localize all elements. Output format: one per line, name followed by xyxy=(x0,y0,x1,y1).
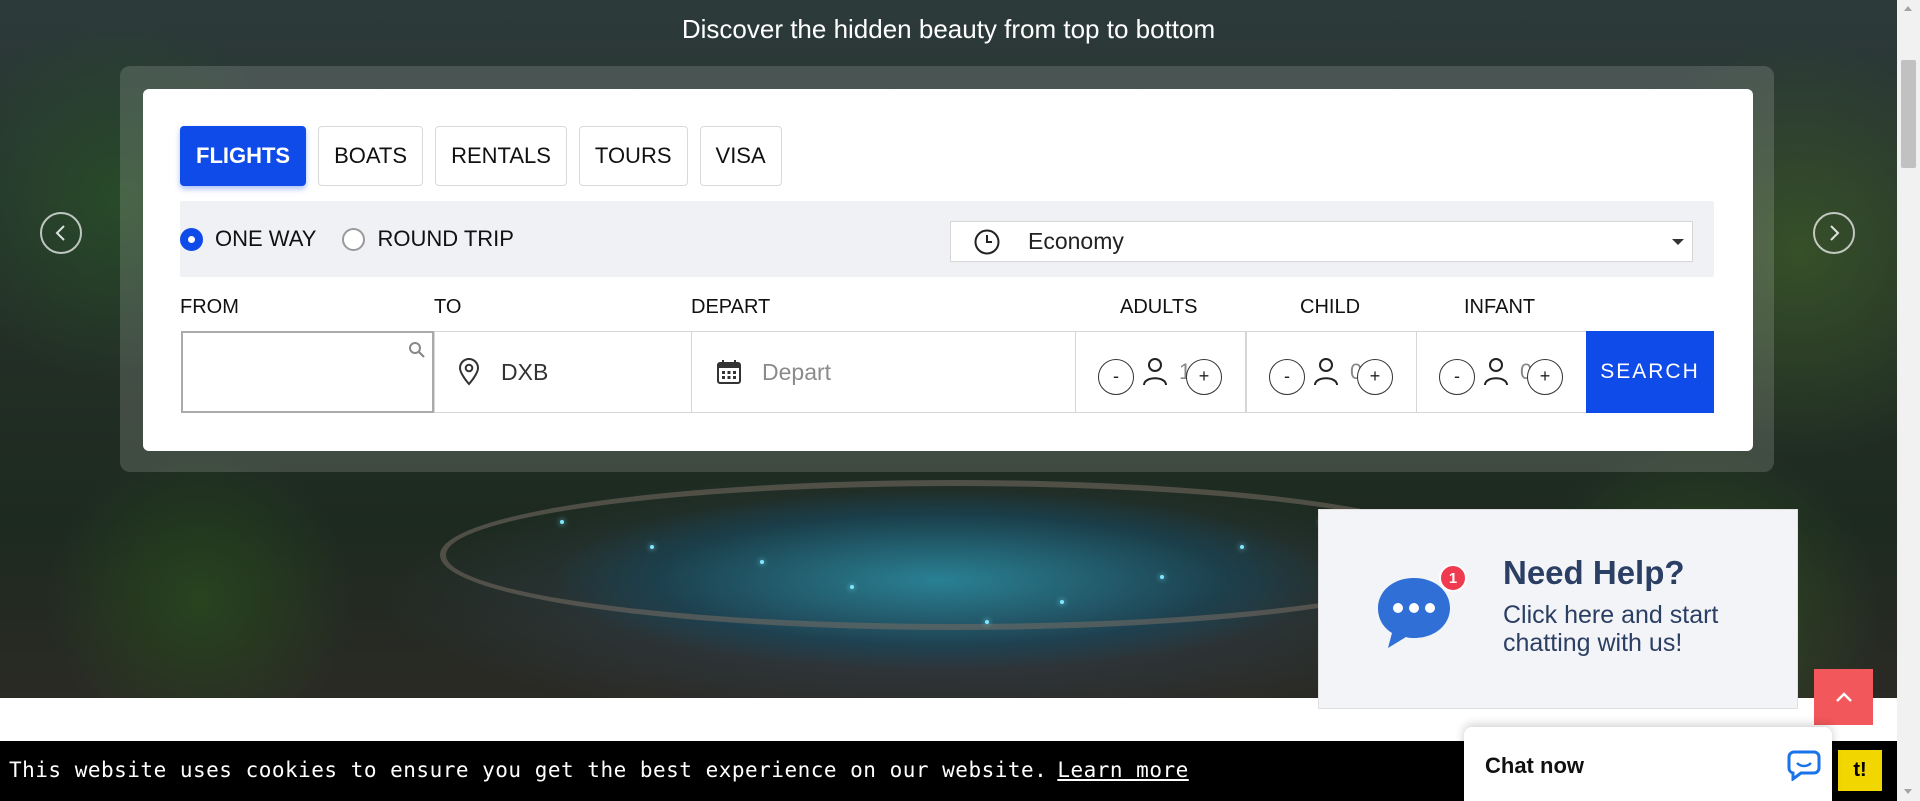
pool-light xyxy=(1060,600,1064,604)
person-icon xyxy=(1314,358,1338,386)
person-icon xyxy=(1484,358,1508,386)
learn-more-link[interactable]: Learn more xyxy=(1057,758,1188,782)
search-button[interactable]: SEARCH xyxy=(1586,331,1714,413)
radio-dot xyxy=(180,227,203,251)
page-scrollbar[interactable] xyxy=(1897,0,1920,801)
pool-light xyxy=(650,545,654,549)
depart-label: DEPART xyxy=(691,296,771,318)
one-way-label: ONE WAY xyxy=(215,226,317,251)
search-tabs: FLIGHTS BOATS RENTALS TOURS VISA xyxy=(180,126,782,186)
chevron-right-icon xyxy=(1830,225,1840,241)
scroll-down-arrow-icon[interactable] xyxy=(1904,789,1912,794)
person-icon xyxy=(1143,358,1167,386)
to-label: TO xyxy=(434,296,462,318)
round-trip-label: ROUND TRIP xyxy=(377,226,514,251)
calendar-icon xyxy=(717,360,741,384)
from-input[interactable] xyxy=(181,331,434,413)
to-value: DXB xyxy=(501,358,549,385)
chat-now-label: Chat now xyxy=(1485,753,1584,778)
need-help-widget[interactable]: 1 Need Help? Click here and start chatti… xyxy=(1318,509,1798,709)
radio-dot xyxy=(342,227,366,251)
search-icon xyxy=(409,342,425,358)
depart-date-input[interactable]: Depart xyxy=(691,331,1076,413)
scroll-to-top-button[interactable] xyxy=(1814,669,1873,725)
chat-icon xyxy=(1787,750,1821,781)
notification-badge: 1 xyxy=(1439,564,1467,592)
chat-now-widget[interactable]: Chat now xyxy=(1464,727,1832,801)
tab-visa[interactable]: VISA xyxy=(699,126,782,186)
cabin-class-select[interactable]: Economy xyxy=(950,221,1693,262)
help-title: Need Help? xyxy=(1503,554,1685,591)
clock-icon xyxy=(974,229,1000,254)
pool-deck xyxy=(440,480,1470,630)
pool-light xyxy=(560,520,564,524)
cabin-class-value: Economy xyxy=(1028,228,1124,254)
location-pin-icon xyxy=(458,358,480,386)
chevron-down-icon xyxy=(1672,239,1684,245)
help-subtitle: Click here and start chatting with us! xyxy=(1503,601,1719,657)
tab-rentals[interactable]: RENTALS xyxy=(435,126,567,186)
pool-light xyxy=(1240,545,1244,549)
trip-type-group: ONE WAY ROUND TRIP xyxy=(180,201,514,277)
tab-boats[interactable]: BOATS xyxy=(318,126,424,186)
to-input[interactable]: DXB xyxy=(434,331,692,413)
pool-light xyxy=(760,560,764,564)
adults-label: ADULTS xyxy=(1120,296,1198,318)
scroll-up-arrow-icon[interactable] xyxy=(1904,6,1912,11)
child-stepper: - 0 + xyxy=(1246,331,1417,413)
child-decrement-button[interactable]: - xyxy=(1269,359,1305,395)
infant-increment-button[interactable]: + xyxy=(1527,359,1563,395)
tab-flights[interactable]: FLIGHTS xyxy=(180,126,307,186)
adults-increment-button[interactable]: + xyxy=(1186,359,1222,395)
scrollbar-thumb[interactable] xyxy=(1901,60,1916,168)
child-increment-button[interactable]: + xyxy=(1357,359,1393,395)
cookie-message-row: This website uses cookies to ensure you … xyxy=(9,758,1189,782)
trip-options-bar: ONE WAY ROUND TRIP Economy xyxy=(180,201,1714,277)
depart-placeholder: Depart xyxy=(762,358,832,385)
pool-light xyxy=(985,620,989,624)
from-label: FROM xyxy=(180,296,239,318)
one-way-radio[interactable]: ONE WAY xyxy=(180,226,316,252)
child-label: CHILD xyxy=(1300,296,1361,318)
carousel-prev-button[interactable] xyxy=(40,212,82,254)
infant-label: INFANT xyxy=(1464,296,1536,318)
round-trip-radio[interactable]: ROUND TRIP xyxy=(342,226,514,252)
chevron-left-icon xyxy=(55,225,65,241)
tab-tours[interactable]: TOURS xyxy=(578,126,688,186)
hero-tagline: Discover the hidden beauty from top to b… xyxy=(681,14,1216,44)
chevron-up-icon xyxy=(1835,692,1852,702)
cookie-accept-button[interactable]: t! xyxy=(1838,750,1882,791)
adults-stepper: - 1 + xyxy=(1075,331,1246,413)
pool-light xyxy=(1160,575,1164,579)
infant-stepper: - 0 + xyxy=(1416,331,1587,413)
cookie-message: This website uses cookies to ensure you … xyxy=(9,758,1048,782)
search-card: FLIGHTS BOATS RENTALS TOURS VISA ONE WAY… xyxy=(143,89,1753,451)
pool-light xyxy=(850,585,854,589)
carousel-next-button[interactable] xyxy=(1813,212,1855,254)
adults-decrement-button[interactable]: - xyxy=(1098,359,1134,395)
infant-decrement-button[interactable]: - xyxy=(1439,359,1475,395)
